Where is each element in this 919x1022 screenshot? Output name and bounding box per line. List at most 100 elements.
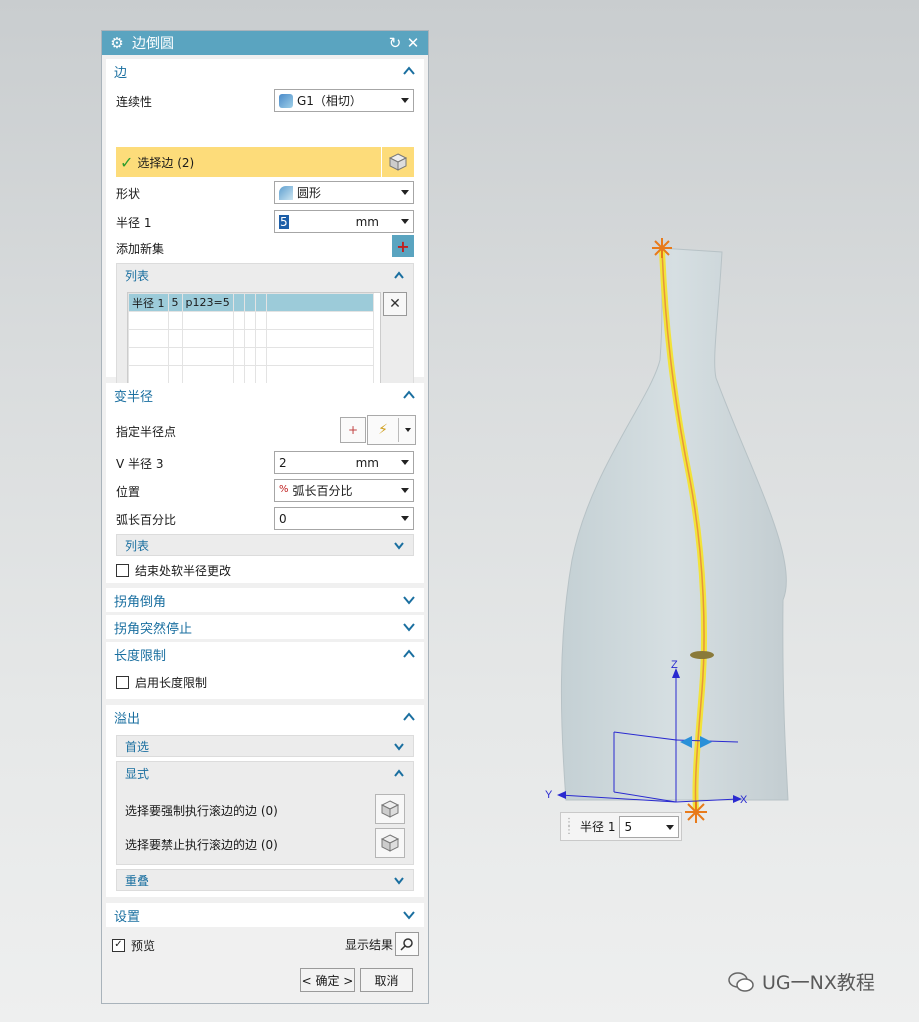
settings-title: 设置 [114, 909, 141, 925]
add-new-set-button[interactable]: + [392, 235, 414, 257]
shape-value: 圆形 [297, 186, 322, 200]
continuity-value: G1（相切） [297, 94, 362, 108]
point-dialog-button[interactable]: + [340, 417, 366, 443]
corner-setback-header[interactable]: 拐角倒角 [106, 588, 424, 612]
corner-setback-section[interactable]: 拐角倒角 [106, 588, 424, 612]
position-dropdown[interactable]: % 弧长百分比 [274, 479, 414, 502]
corner-abrupt-header[interactable]: 拐角突然停止 [106, 615, 424, 639]
overflow-section: 溢出 首选 显式 选择要强制执行滚边的边 (0) 选择要禁止执行滚边的边 (0) [106, 705, 424, 897]
ok-label: < 确定 > [301, 973, 354, 988]
wechat-icon [728, 971, 754, 993]
length-limit-checkbox[interactable] [116, 676, 129, 689]
overflow-title: 溢出 [114, 711, 141, 727]
chevron-up-icon [403, 390, 415, 399]
vr-list-header[interactable]: 列表 [117, 535, 413, 555]
length-limit-header[interactable]: 长度限制 [106, 642, 424, 666]
edge-list-table[interactable]: 半径 1 5 p123=5 [127, 292, 381, 392]
start-point-marker [652, 238, 672, 258]
list-cell: 5 [167, 293, 183, 312]
drag-grip-icon[interactable]: ⋮ ⋮ [564, 817, 574, 835]
select-edge-label: 选择边 (2) [137, 155, 195, 170]
chevron-down-icon [394, 743, 404, 751]
circular-shape-icon [279, 185, 293, 200]
reset-icon[interactable]: ↻ [386, 34, 404, 52]
explicit-panel: 显式 选择要强制执行滚边的边 (0) 选择要禁止执行滚边的边 (0) [116, 761, 414, 865]
length-limit-checkbox-row[interactable]: 启用长度限制 [116, 674, 207, 691]
length-limit-section: 长度限制 启用长度限制 [106, 642, 424, 699]
close-icon[interactable]: ✕ [404, 34, 422, 52]
gear-icon[interactable]: ⚙ [108, 34, 126, 52]
shape-label: 形状 [116, 187, 141, 201]
radius-input[interactable]: 5 mm [274, 210, 414, 233]
cancel-label: 取消 [374, 973, 399, 988]
point-type-dropdown[interactable]: ⚡ [367, 415, 416, 445]
v-radius-label: V 半径 3 [116, 457, 164, 471]
chevron-up-icon [403, 66, 415, 75]
edge-section-title: 边 [114, 65, 128, 81]
show-result-row[interactable]: 显示结果 [345, 932, 420, 956]
length-limit-label: 启用长度限制 [135, 676, 208, 690]
ok-button[interactable]: < 确定 > [300, 968, 355, 992]
select-edge-row[interactable]: ✓ 选择边 (2) [116, 147, 414, 177]
radius-point-marker [690, 651, 714, 659]
overlap-header[interactable]: 重叠 [117, 870, 413, 890]
show-result-button[interactable] [395, 932, 420, 956]
delete-list-item-button[interactable]: ✕ [383, 292, 407, 316]
preview-checkbox-row[interactable]: ✓ 预览 [112, 937, 155, 954]
length-limit-title: 长度限制 [114, 648, 167, 664]
corner-abrupt-section[interactable]: 拐角突然停止 [106, 615, 424, 639]
preferred-panel[interactable]: 首选 [116, 735, 414, 757]
variable-radius-section: 变半径 指定半径点 + ⚡ V 半径 3 2 mm 位置 % 弧长百分比 弧长百… [106, 383, 424, 583]
chevron-up-icon [394, 271, 404, 279]
continuity-dropdown[interactable]: G1（相切） [274, 89, 414, 112]
axis-z-label: Z [671, 659, 678, 671]
axis-x-label: X [740, 794, 748, 806]
overlap-title: 重叠 [125, 873, 150, 888]
edge-section: 边 连续性 G1（相切） ✓ 选择边 (2) 形状 圆形 半径 1 5 mm 添… [106, 59, 424, 399]
edge-section-header[interactable]: 边 [106, 59, 424, 83]
list-cell: 半径 1 [128, 293, 169, 312]
soften-end-checkbox-row[interactable]: 结束处软半径更改 [116, 562, 231, 579]
arc-percent-input[interactable]: 0 [274, 507, 414, 530]
force-roll-label: 选择要强制执行滚边的边 (0) [125, 804, 278, 818]
shape-dropdown[interactable]: 圆形 [274, 181, 414, 204]
settings-header[interactable]: 设置 [106, 903, 424, 927]
overlap-panel[interactable]: 重叠 [116, 869, 414, 891]
v-radius-value: 2 [279, 455, 287, 470]
position-label: 位置 [116, 485, 141, 499]
preview-checkbox[interactable]: ✓ [112, 939, 125, 952]
watermark: UG一NX教程 [728, 968, 875, 995]
explicit-header[interactable]: 显式 [117, 762, 413, 784]
corner-setback-title: 拐角倒角 [114, 594, 167, 610]
arc-percent-icon: % [279, 483, 289, 495]
variable-radius-header[interactable]: 变半径 [106, 383, 424, 407]
chevron-up-icon [394, 769, 404, 777]
edge-list-header[interactable]: 列表 [117, 264, 413, 286]
preview-label: 预览 [131, 939, 156, 953]
soften-end-checkbox[interactable] [116, 564, 129, 577]
settings-section[interactable]: 设置 [106, 903, 424, 927]
vr-list-panel[interactable]: 列表 [116, 534, 414, 556]
force-roll-select-button[interactable] [375, 794, 405, 824]
preferred-header[interactable]: 首选 [117, 736, 413, 756]
select-edge-cube-button[interactable] [382, 148, 414, 176]
watermark-text: UG一NX教程 [762, 972, 875, 994]
forbid-roll-select-button[interactable] [375, 828, 405, 858]
overflow-header[interactable]: 溢出 [106, 705, 424, 729]
radius-label: 半径 1 [116, 216, 152, 230]
vr-list-title: 列表 [125, 538, 150, 553]
v-radius-unit: mm [355, 455, 379, 470]
add-new-set-label: 添加新集 [116, 242, 165, 256]
radius-onscreen-input[interactable]: ⋮ ⋮ 半径 1 5 [560, 812, 682, 841]
delete-icon: ✕ [389, 296, 401, 312]
table-row[interactable]: 半径 1 5 p123=5 [128, 293, 374, 312]
cube-icon [380, 800, 400, 818]
cancel-button[interactable]: 取消 [360, 968, 413, 992]
v-radius-input[interactable]: 2 mm [274, 451, 414, 474]
explicit-title: 显式 [125, 766, 150, 781]
radius-popup-field[interactable]: 5 [619, 815, 680, 838]
soften-end-label: 结束处软半径更改 [135, 564, 232, 578]
magnifier-icon [400, 938, 413, 951]
dialog-title-bar[interactable]: ⚙ 边倒圆 ↻ ✕ [102, 31, 428, 55]
add-set-icon: + [396, 236, 410, 256]
